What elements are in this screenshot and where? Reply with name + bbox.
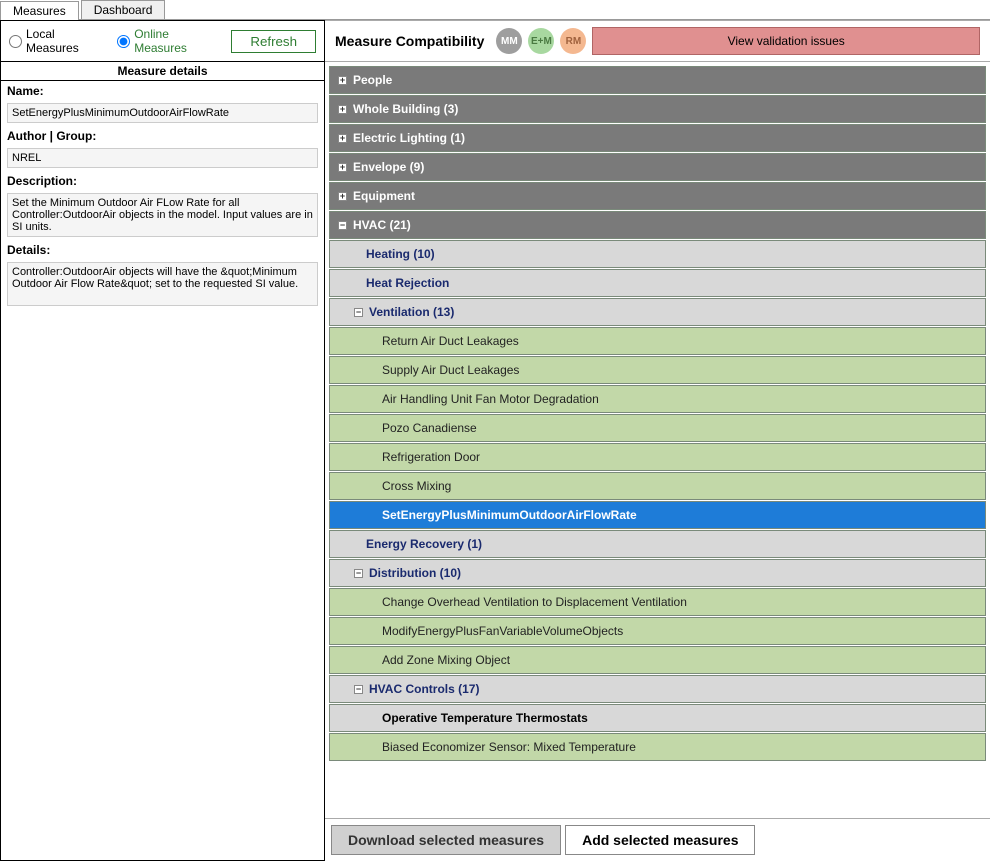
plus-icon[interactable]: + (338, 105, 347, 114)
badge-mm[interactable]: MM (496, 28, 522, 54)
add-button[interactable]: Add selected measures (565, 825, 755, 855)
right-panel: Measure Compatibility MM E+M RM View val… (325, 20, 990, 861)
leaf-biased-economizer[interactable]: Biased Economizer Sensor: Mixed Temperat… (329, 733, 986, 761)
badge-em[interactable]: E+M (528, 28, 554, 54)
leaf-add-zone-mixing[interactable]: Add Zone Mixing Object (329, 646, 986, 674)
radio-online[interactable] (117, 35, 130, 48)
cat-envelope[interactable]: +Envelope (9) (329, 153, 986, 181)
leaf-supply-air-duct[interactable]: Supply Air Duct Leakages (329, 356, 986, 384)
minus-icon[interactable]: − (338, 221, 347, 230)
cat-lighting[interactable]: +Electric Lighting (1) (329, 124, 986, 152)
leaf-set-min-oa-flow[interactable]: SetEnergyPlusMinimumOutdoorAirFlowRate (329, 501, 986, 529)
tab-bar: Measures Dashboard (0, 0, 990, 20)
bottom-buttons: Download selected measures Add selected … (325, 818, 990, 861)
source-selector: Local Measures Online Measures Refresh (1, 21, 324, 62)
refresh-button[interactable]: Refresh (231, 30, 316, 53)
leaf-ahu-fan-degradation[interactable]: Air Handling Unit Fan Motor Degradation (329, 385, 986, 413)
plus-icon[interactable]: + (338, 163, 347, 172)
left-panel: Local Measures Online Measures Refresh M… (0, 20, 325, 861)
sub-heating[interactable]: Heating (10) (329, 240, 986, 268)
sub-energy-recovery[interactable]: Energy Recovery (1) (329, 530, 986, 558)
compat-header: Measure Compatibility MM E+M RM View val… (325, 21, 990, 62)
cat-hvac[interactable]: −HVAC (21) (329, 211, 986, 239)
details-value: Controller:OutdoorAir objects will have … (7, 262, 318, 306)
cat-equipment[interactable]: +Equipment (329, 182, 986, 210)
author-value: NREL (7, 148, 318, 168)
minus-icon[interactable]: − (354, 308, 363, 317)
sub-heat-rejection[interactable]: Heat Rejection (329, 269, 986, 297)
leaf-refrigeration-door[interactable]: Refrigeration Door (329, 443, 986, 471)
label-online[interactable]: Online Measures (134, 27, 223, 55)
leaf-operative-temp[interactable]: Operative Temperature Thermostats (329, 704, 986, 732)
cat-people[interactable]: +People (329, 66, 986, 94)
sub-hvac-controls[interactable]: −HVAC Controls (17) (329, 675, 986, 703)
sub-distribution[interactable]: −Distribution (10) (329, 559, 986, 587)
name-value: SetEnergyPlusMinimumOutdoorAirFlowRate (7, 103, 318, 123)
details-label: Details: (7, 243, 318, 257)
name-label: Name: (7, 84, 318, 98)
label-local[interactable]: Local Measures (26, 27, 109, 55)
radio-local[interactable] (9, 35, 22, 48)
description-value: Set the Minimum Outdoor Air FLow Rate fo… (7, 193, 318, 237)
author-label: Author | Group: (7, 129, 318, 143)
download-button[interactable]: Download selected measures (331, 825, 561, 855)
leaf-pozo-canadiense[interactable]: Pozo Canadiense (329, 414, 986, 442)
sub-ventilation[interactable]: −Ventilation (13) (329, 298, 986, 326)
cat-whole-building[interactable]: +Whole Building (3) (329, 95, 986, 123)
compat-title: Measure Compatibility (335, 33, 484, 49)
plus-icon[interactable]: + (338, 192, 347, 201)
tab-measures[interactable]: Measures (0, 1, 79, 20)
leaf-return-air-duct[interactable]: Return Air Duct Leakages (329, 327, 986, 355)
leaf-cross-mixing[interactable]: Cross Mixing (329, 472, 986, 500)
validation-button[interactable]: View validation issues (592, 27, 980, 55)
plus-icon[interactable]: + (338, 76, 347, 85)
minus-icon[interactable]: − (354, 685, 363, 694)
description-label: Description: (7, 174, 318, 188)
plus-icon[interactable]: + (338, 134, 347, 143)
badge-rm[interactable]: RM (560, 28, 586, 54)
tab-dashboard[interactable]: Dashboard (81, 0, 166, 19)
leaf-modify-fan-vav[interactable]: ModifyEnergyPlusFanVariableVolumeObjects (329, 617, 986, 645)
leaf-overhead-displacement[interactable]: Change Overhead Ventilation to Displacem… (329, 588, 986, 616)
details-header: Measure details (1, 62, 324, 81)
measure-tree[interactable]: +People +Whole Building (3) +Electric Li… (325, 62, 990, 818)
minus-icon[interactable]: − (354, 569, 363, 578)
